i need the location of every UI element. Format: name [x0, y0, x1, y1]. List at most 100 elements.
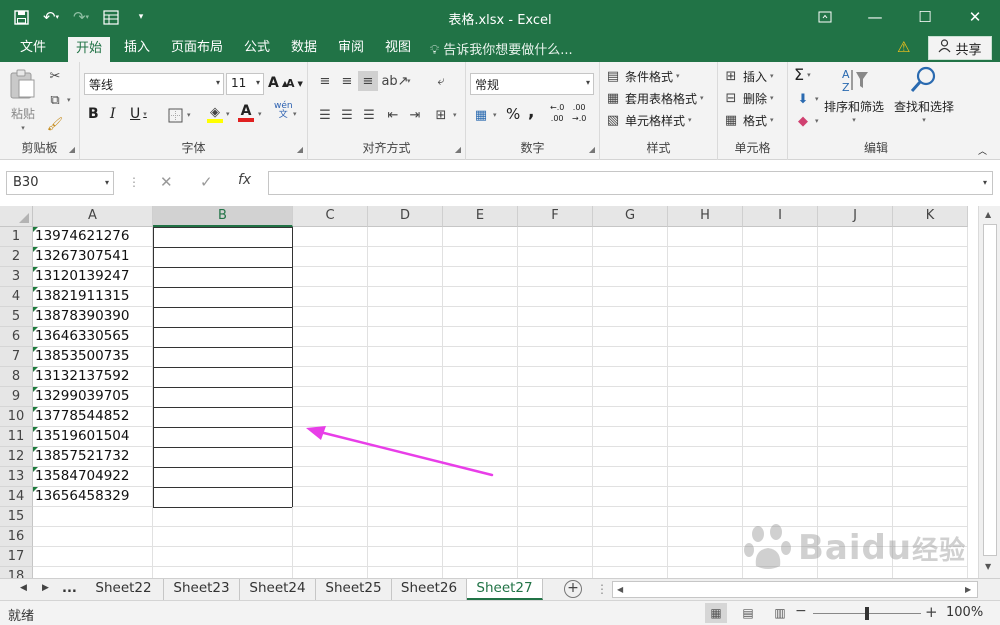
cell-k18[interactable] [893, 567, 968, 578]
cell-d7[interactable] [368, 347, 443, 367]
cancel-entry-icon[interactable]: ✕ [160, 173, 173, 191]
font-color-button[interactable]: A [238, 104, 254, 122]
cell-b7[interactable] [153, 347, 293, 368]
cell-f17[interactable] [518, 547, 593, 567]
minimize-icon[interactable]: — [850, 0, 900, 34]
scroll-right-icon[interactable]: ▶ [965, 585, 971, 594]
bold-button[interactable]: B [88, 106, 99, 122]
cell-j14[interactable] [818, 487, 893, 507]
column-header-g[interactable]: G [593, 206, 668, 227]
cell-d18[interactable] [368, 567, 443, 578]
increase-decimal-button[interactable]: ←.0.00 [550, 104, 564, 123]
column-header-b[interactable]: B [153, 206, 293, 227]
grow-font-button[interactable]: A ▲ [268, 75, 288, 91]
fill-color-dropdown[interactable]: ▾ [226, 110, 230, 118]
cell-g11[interactable] [593, 427, 668, 447]
cell-a6[interactable]: 13646330565 [33, 327, 153, 347]
add-sheet-button[interactable]: + [564, 580, 582, 598]
cell-k17[interactable] [893, 547, 968, 567]
cell-h1[interactable] [668, 227, 743, 247]
cell-e15[interactable] [443, 507, 518, 527]
cell-d9[interactable] [368, 387, 443, 407]
cell-g8[interactable] [593, 367, 668, 387]
sheet-tab-sheet27[interactable]: Sheet27 [467, 579, 543, 600]
scroll-left-icon[interactable]: ◀ [617, 585, 623, 594]
cell-h9[interactable] [668, 387, 743, 407]
tab-file[interactable]: 文件 [20, 39, 46, 62]
tab-data[interactable]: 数据 [291, 39, 317, 62]
collapse-ribbon-icon[interactable]: ︿ [978, 144, 987, 157]
cell-j3[interactable] [818, 267, 893, 287]
align-top-button[interactable]: ≡ [316, 72, 334, 90]
delete-cells-button[interactable]: ⊟ 删除 ▾ [722, 89, 774, 107]
cell-b18[interactable] [153, 567, 293, 578]
cell-e17[interactable] [443, 547, 518, 567]
more-sheets-button[interactable]: ... [62, 581, 77, 596]
cell-styles-button[interactable]: ▧ 单元格样式 ▾ [604, 111, 692, 129]
cell-b10[interactable] [153, 407, 293, 428]
tell-me-box[interactable]: 💡︎ 告诉我你想要做什么... [430, 39, 573, 58]
sheet-tab-sheet22[interactable]: Sheet22 [84, 579, 164, 600]
cell-a3[interactable]: 13120139247 [33, 267, 153, 287]
cell-b12[interactable] [153, 447, 293, 468]
cell-c5[interactable] [293, 307, 368, 327]
cell-e9[interactable] [443, 387, 518, 407]
column-header-e[interactable]: E [443, 206, 518, 227]
autosum-button[interactable]: Σ ▾ [794, 65, 811, 84]
cell-g15[interactable] [593, 507, 668, 527]
cell-k8[interactable] [893, 367, 968, 387]
cell-g10[interactable] [593, 407, 668, 427]
cell-i14[interactable] [743, 487, 818, 507]
cell-g12[interactable] [593, 447, 668, 467]
cell-k13[interactable] [893, 467, 968, 487]
ribbon-display-icon[interactable] [800, 0, 850, 34]
cell-h4[interactable] [668, 287, 743, 307]
cell-b3[interactable] [153, 267, 293, 288]
cell-g5[interactable] [593, 307, 668, 327]
cell-k2[interactable] [893, 247, 968, 267]
cell-h5[interactable] [668, 307, 743, 327]
zoom-slider[interactable] [813, 607, 921, 620]
clear-button[interactable]: ◆ ▾ [794, 112, 819, 130]
cell-j5[interactable] [818, 307, 893, 327]
formula-bar-grip[interactable]: ⋮ [128, 175, 140, 189]
cell-e5[interactable] [443, 307, 518, 327]
normal-view-icon[interactable]: ▦ [705, 603, 727, 623]
tab-home[interactable]: 开始 [68, 37, 111, 62]
cell-g16[interactable] [593, 527, 668, 547]
number-format-select[interactable]: 常规 ▾ [470, 73, 594, 95]
cell-h2[interactable] [668, 247, 743, 267]
cell-f11[interactable] [518, 427, 593, 447]
cell-i10[interactable] [743, 407, 818, 427]
column-header-h[interactable]: H [668, 206, 743, 227]
cell-b5[interactable] [153, 307, 293, 328]
cell-e7[interactable] [443, 347, 518, 367]
cell-k11[interactable] [893, 427, 968, 447]
shrink-font-button[interactable]: A ▼ [286, 77, 303, 90]
row-header-4[interactable]: 4 [0, 287, 33, 307]
cell-i15[interactable] [743, 507, 818, 527]
cell-a14[interactable]: 13656458329 [33, 487, 153, 507]
close-icon[interactable]: ✕ [950, 0, 1000, 34]
cell-f14[interactable] [518, 487, 593, 507]
column-header-d[interactable]: D [368, 206, 443, 227]
cell-a17[interactable] [33, 547, 153, 567]
cell-a16[interactable] [33, 527, 153, 547]
row-header-12[interactable]: 12 [0, 447, 33, 467]
cell-f16[interactable] [518, 527, 593, 547]
confirm-entry-icon[interactable]: ✓ [200, 173, 213, 191]
wrap-text-button[interactable]: ⤶ [432, 72, 450, 90]
clipboard-launcher-icon[interactable]: ◢ [69, 145, 75, 154]
cell-j17[interactable] [818, 547, 893, 567]
cell-j16[interactable] [818, 527, 893, 547]
cell-b6[interactable] [153, 327, 293, 348]
share-button[interactable]: 共享 [928, 36, 992, 60]
cell-c15[interactable] [293, 507, 368, 527]
scroll-up-icon[interactable]: ▲ [985, 210, 991, 219]
cell-k5[interactable] [893, 307, 968, 327]
cell-k3[interactable] [893, 267, 968, 287]
paste-button[interactable]: 粘贴 ▾ [8, 68, 38, 132]
alignment-launcher-icon[interactable]: ◢ [455, 145, 461, 154]
cell-j4[interactable] [818, 287, 893, 307]
cell-i6[interactable] [743, 327, 818, 347]
